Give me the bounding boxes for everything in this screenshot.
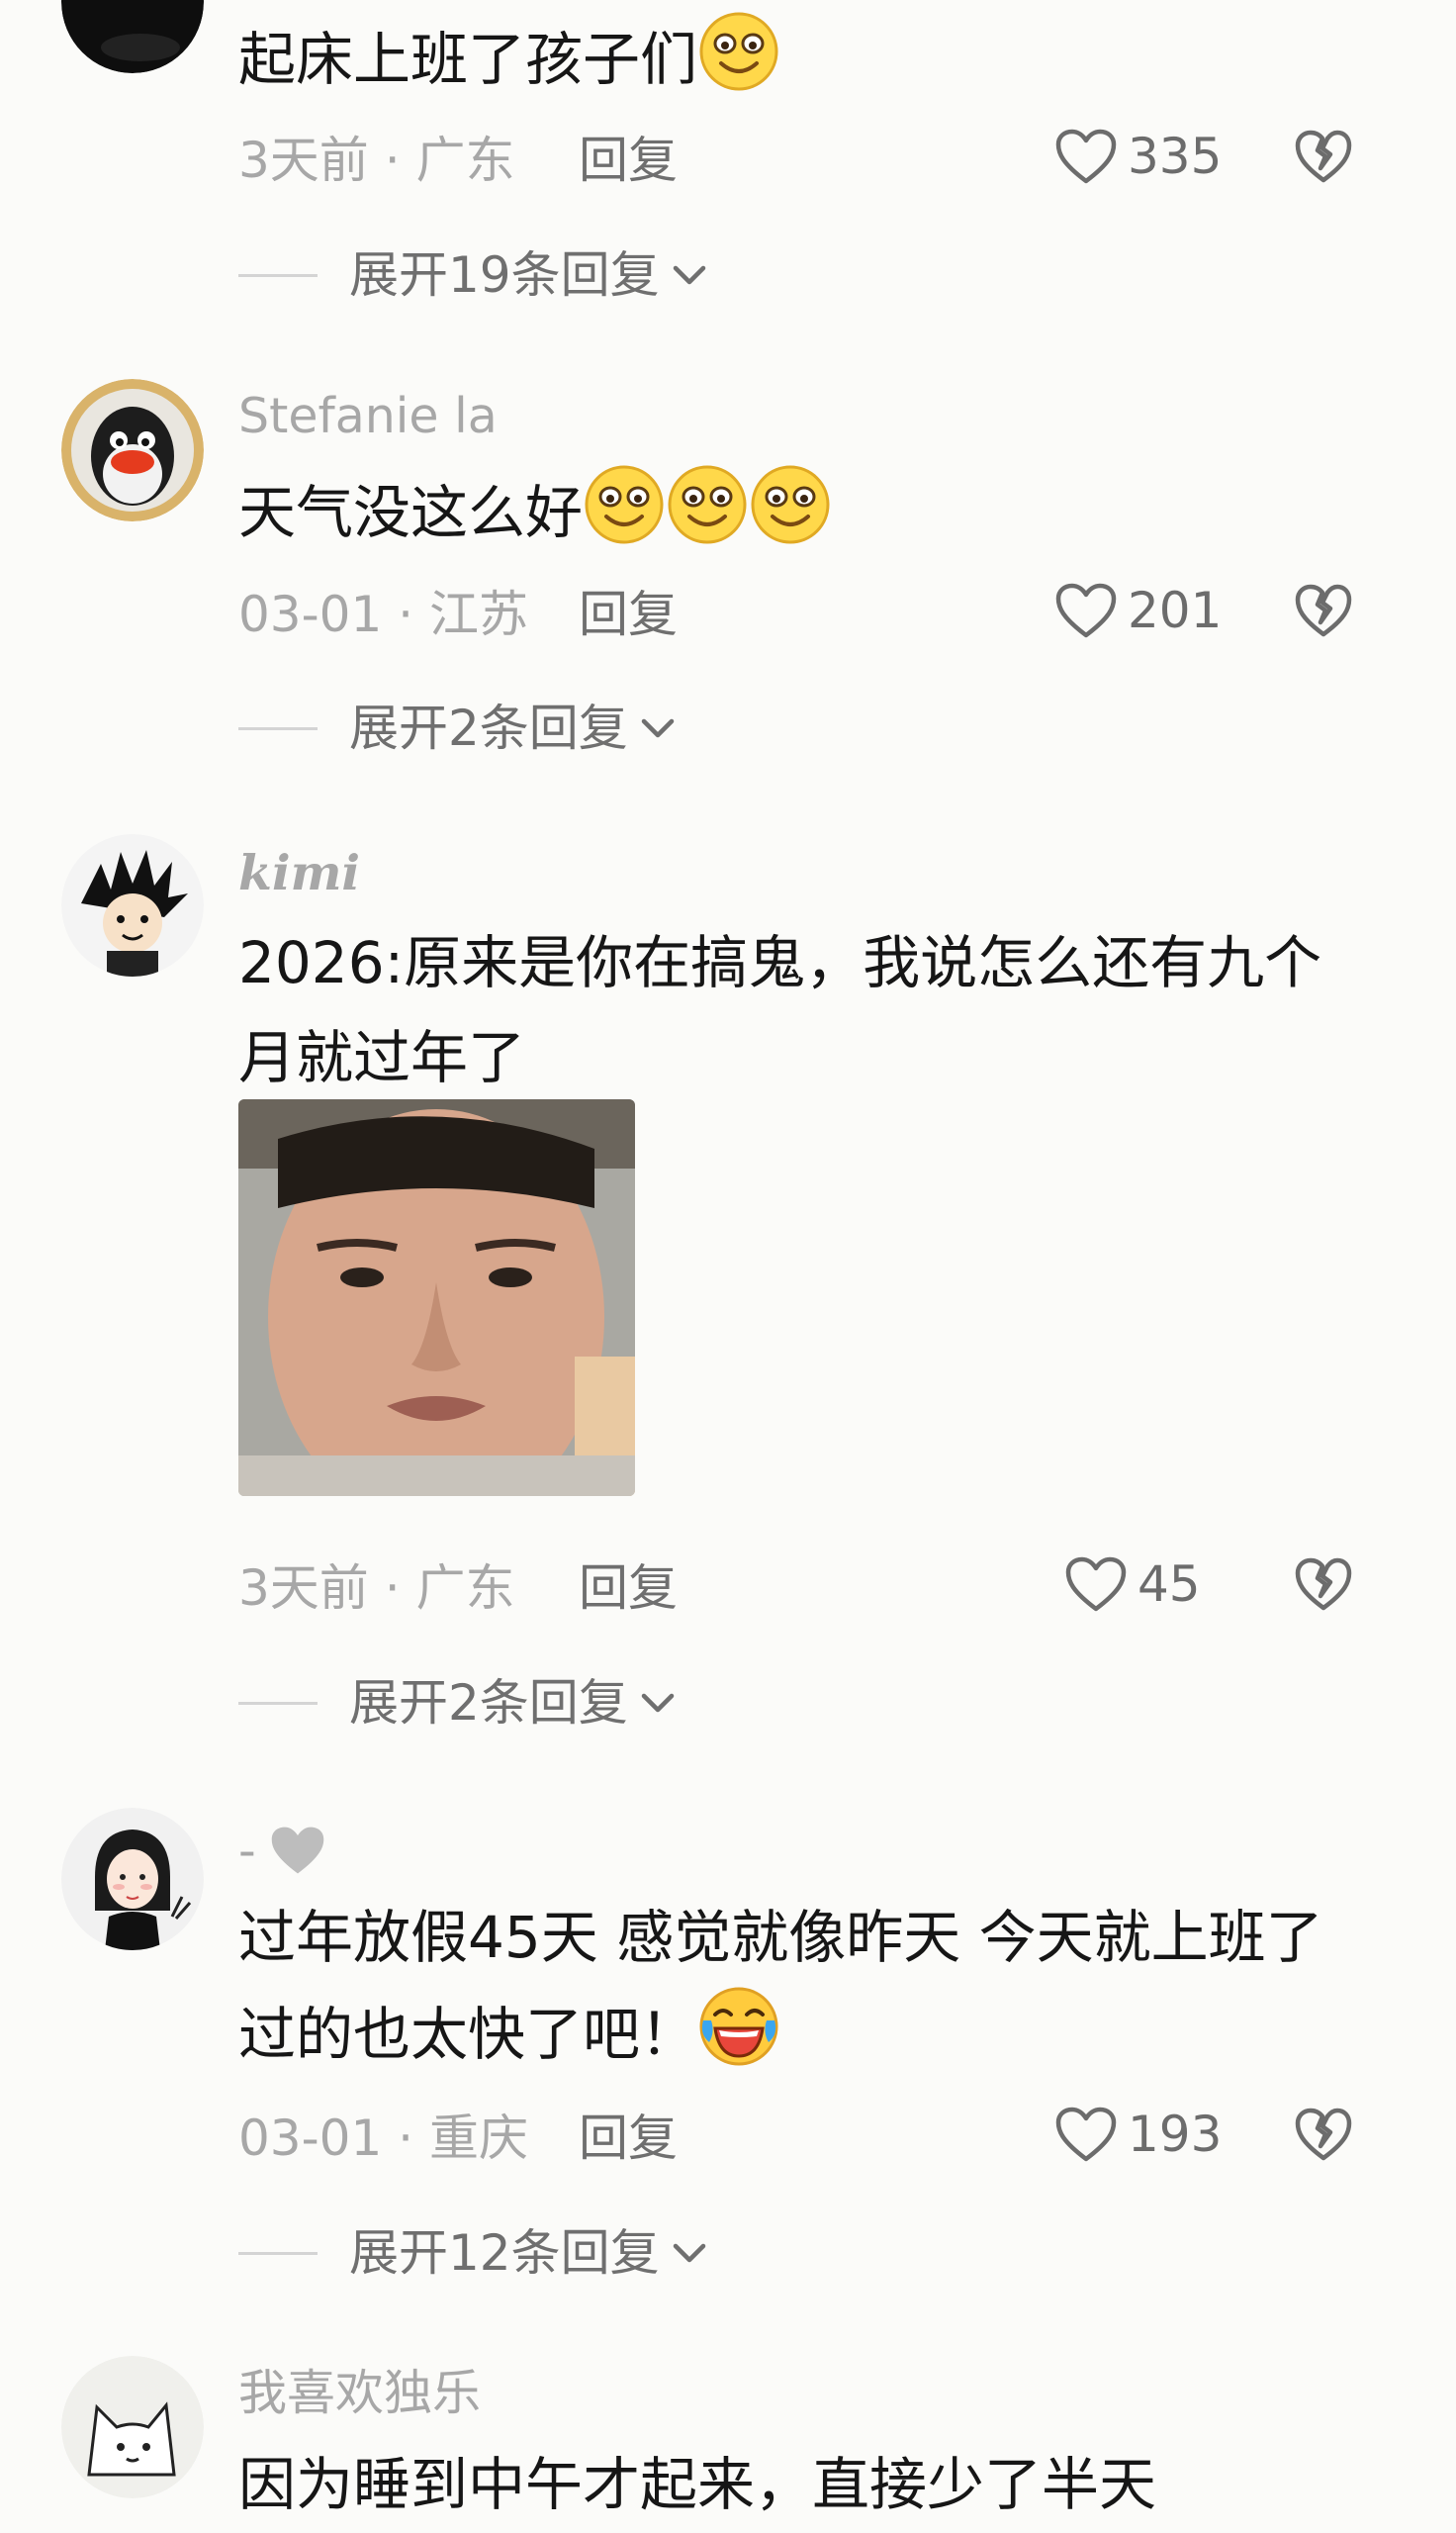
heart-outline-icon (1054, 582, 1118, 639)
like-button[interactable]: 201 (1054, 582, 1222, 639)
gray-heart-icon (271, 1827, 323, 1874)
smile-emoji-icon (749, 463, 832, 546)
expand-replies-button[interactable]: 展开19条回复 (238, 250, 709, 300)
heart-outline-icon (1054, 2106, 1118, 2163)
avatar[interactable] (61, 379, 204, 521)
expand-replies-label: 展开19条回复 (349, 246, 660, 304)
chevron-down-icon (628, 713, 678, 743)
comment-meta: 3天前 · 广东 (238, 1559, 515, 1617)
like-button[interactable]: 45 (1064, 1555, 1201, 1613)
reply-button[interactable]: 回复 (579, 136, 678, 185)
like-button[interactable]: 193 (1054, 2106, 1222, 2163)
username[interactable]: - (238, 1823, 327, 1878)
broken-heart-icon[interactable] (1294, 2107, 1353, 2162)
divider (238, 2251, 318, 2255)
like-count: 201 (1128, 582, 1223, 639)
expand-replies-button[interactable]: 展开12条回复 (238, 2228, 709, 2278)
broken-heart-icon[interactable] (1294, 1556, 1353, 1612)
comment-text: 2026:原来是你在搞鬼，我说怎么还有九个 (238, 929, 1322, 996)
avatar[interactable] (61, 2356, 204, 2498)
heart-outline-icon (1054, 128, 1118, 185)
avatar[interactable] (61, 834, 204, 977)
smile-emoji-icon (666, 463, 749, 546)
expand-replies-button[interactable]: 展开2条回复 (238, 704, 678, 753)
comment-text: 起床上班了孩子们 (238, 10, 780, 107)
comment-text: 月就过年了 (238, 1024, 526, 1091)
broken-heart-icon[interactable] (1294, 129, 1353, 184)
username[interactable]: Stefanie la (238, 392, 498, 440)
smile-emoji-icon (583, 463, 666, 546)
divider (238, 726, 318, 730)
laugh-cry-emoji-icon (697, 1985, 780, 2068)
expand-replies-button[interactable]: 展开2条回复 (238, 1678, 678, 1728)
smile-emoji-icon (697, 10, 780, 93)
like-button[interactable]: 335 (1054, 128, 1222, 185)
avatar[interactable] (61, 1808, 204, 1950)
like-count: 335 (1128, 128, 1223, 185)
comment-text: 天气没这么好 (238, 463, 832, 560)
comment-text: 过的也太快了吧！ (238, 1985, 780, 2082)
username[interactable]: kimi (238, 849, 360, 897)
comment-text: 因为睡到中午才起来，直接少了半天 (238, 2451, 1157, 2518)
chevron-down-icon (628, 1688, 678, 1718)
expand-replies-label: 展开2条回复 (349, 1674, 628, 1732)
divider (238, 1701, 318, 1705)
expand-replies-label: 展开2条回复 (349, 700, 628, 757)
reply-button[interactable]: 回复 (579, 2113, 678, 2163)
chevron-down-icon (660, 2238, 709, 2268)
avatar[interactable] (61, 0, 204, 73)
username[interactable]: 我喜欢独乐 (238, 2369, 481, 2417)
expand-replies-label: 展开12条回复 (349, 2224, 660, 2282)
heart-outline-icon (1064, 1555, 1128, 1613)
chevron-down-icon (660, 260, 709, 290)
comment-meta: 03-01 · 江苏 (238, 586, 528, 643)
like-count: 45 (1138, 1555, 1201, 1613)
comment-text: 过年放假45天 感觉就像昨天 今天就上班了 (238, 1904, 1323, 1971)
reply-button[interactable]: 回复 (579, 1563, 678, 1613)
comment-image[interactable] (238, 1099, 635, 1496)
reply-button[interactable]: 回复 (579, 590, 678, 639)
like-count: 193 (1128, 2106, 1223, 2163)
comment-meta: 3天前 · 广东 (238, 132, 515, 189)
broken-heart-icon[interactable] (1294, 583, 1353, 638)
divider (238, 273, 318, 277)
comment-meta: 03-01 · 重庆 (238, 2110, 528, 2167)
